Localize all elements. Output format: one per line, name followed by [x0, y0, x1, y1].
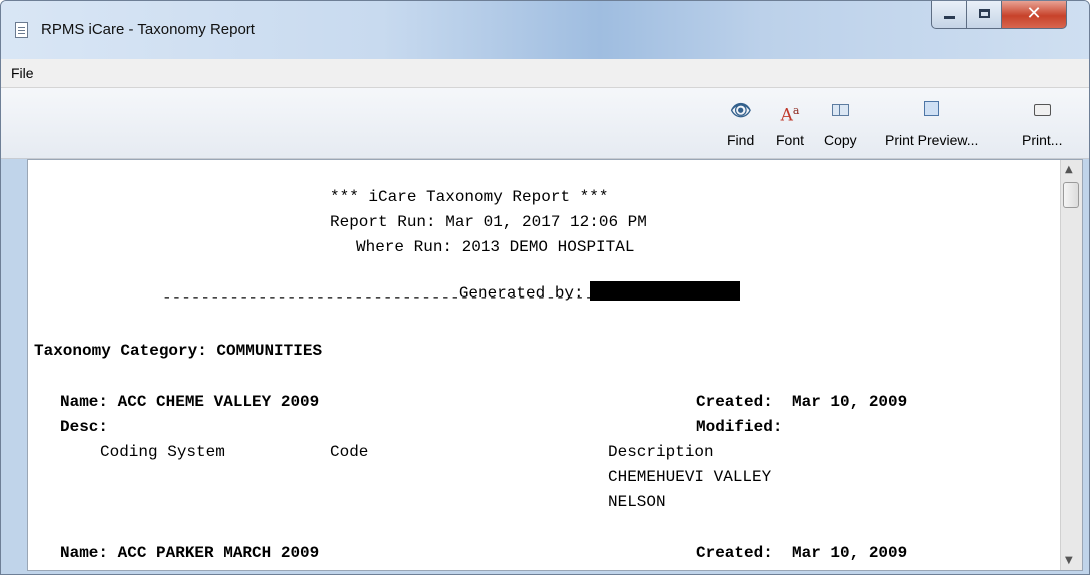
report-text: *** iCare Taxonomy Report *** Report Run… [28, 160, 1061, 570]
find-button[interactable]: 👁 Find [727, 98, 754, 148]
copy-label: Copy [824, 132, 857, 148]
scroll-down-icon[interactable]: ▼ [1065, 555, 1073, 566]
print-button[interactable]: Print... [1022, 98, 1062, 148]
entry-created: Created: Mar 10, 2009 [696, 544, 908, 562]
font-button[interactable]: Aa Font [776, 98, 804, 148]
print-preview-label: Print Preview... [885, 132, 979, 148]
binoculars-icon: 👁 [729, 101, 752, 120]
find-label: Find [727, 132, 755, 148]
entry-created: Created: Mar 10, 2009 [696, 393, 908, 411]
minimize-icon [944, 16, 955, 19]
description-row: NELSON [608, 493, 666, 511]
entry-name: Name: ACC PARKER MARCH 2009 [60, 544, 320, 562]
maximize-button[interactable] [966, 1, 1002, 29]
scroll-up-icon[interactable]: ▲ [1065, 164, 1073, 175]
close-button[interactable]: ✕ [1001, 1, 1067, 29]
report-window: RPMS iCare - Taxonomy Report ✕ File 👁 Fi… [0, 0, 1090, 575]
print-preview-button[interactable]: Print Preview... [885, 98, 978, 148]
entry-name: Name: ACC CHEME VALLEY 2009 [60, 393, 320, 411]
entry-desc: Desc: [60, 418, 109, 436]
taxonomy-category: Taxonomy Category: COMMUNITIES [34, 342, 323, 360]
print-label: Print... [1022, 132, 1063, 148]
maximize-icon [979, 9, 990, 18]
menu-file[interactable]: File [11, 65, 34, 81]
title-bar[interactable]: RPMS iCare - Taxonomy Report ✕ [1, 1, 1089, 59]
report-header-title: *** iCare Taxonomy Report *** [330, 188, 609, 206]
header-separator: ----------------------------------------… [162, 289, 700, 307]
copy-button[interactable]: Copy [824, 98, 857, 148]
close-icon: ✕ [1026, 3, 1042, 24]
column-header-description: Description [608, 443, 714, 461]
minimize-button[interactable] [931, 1, 967, 29]
report-content[interactable]: *** iCare Taxonomy Report *** Report Run… [27, 159, 1083, 571]
report-run-line: Report Run: Mar 01, 2017 12:06 PM [330, 213, 647, 231]
print-preview-icon [885, 98, 978, 124]
menu-bar: File [1, 59, 1089, 88]
description-row: CHEMEHUEVI VALLEY [608, 468, 772, 486]
vertical-scrollbar[interactable]: ▲ ▼ [1060, 160, 1082, 570]
column-header-code: Code [330, 443, 369, 461]
font-icon: Aa [780, 104, 800, 126]
scrollbar-thumb[interactable] [1063, 182, 1079, 208]
entry-modified: Modified: [696, 418, 783, 436]
column-header-coding-system: Coding System [100, 443, 225, 461]
document-icon [15, 22, 28, 38]
copy-icon [824, 98, 857, 124]
toolbar: 👁 Find Aa Font Copy Print Preview... Pri… [1, 88, 1089, 159]
font-label: Font [776, 132, 805, 148]
where-run-line: Where Run: 2013 DEMO HOSPITAL [356, 238, 635, 256]
window-title: RPMS iCare - Taxonomy Report [41, 21, 255, 38]
printer-icon [1022, 98, 1062, 124]
